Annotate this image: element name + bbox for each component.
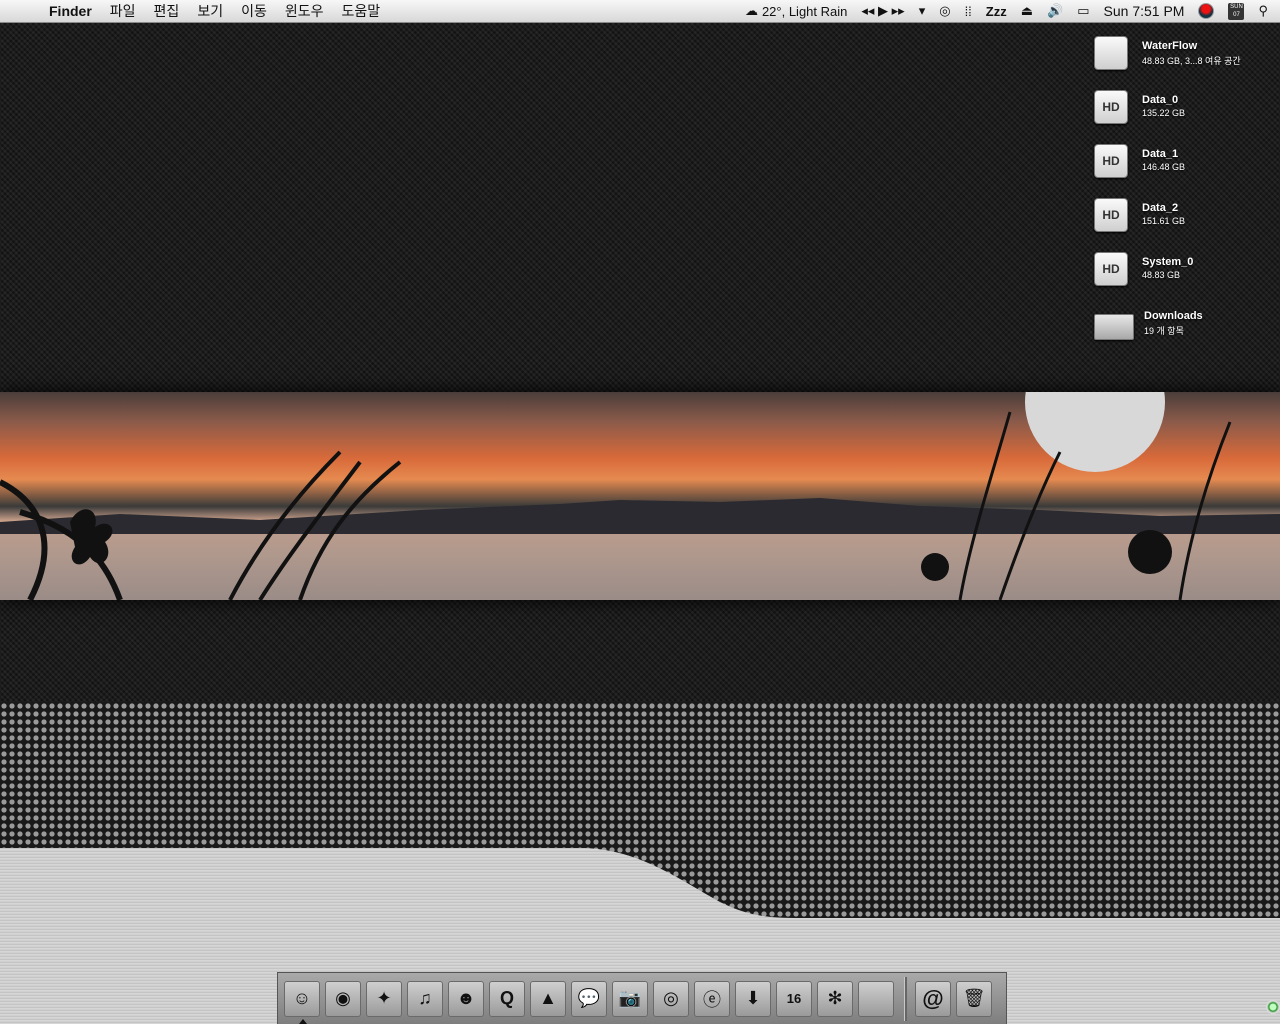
hills-silhouette: [0, 498, 1280, 534]
volume-data-2[interactable]: HD Data_2 151.61 GB: [1094, 196, 1280, 240]
volume-detail: 146.48 GB: [1142, 162, 1186, 172]
hard-drive-icon: HD: [1094, 198, 1128, 232]
asterisk-icon[interactable]: ✻: [817, 980, 853, 1017]
input-source-icon[interactable]: [1191, 3, 1221, 19]
chevron-down-icon[interactable]: ▾: [912, 3, 933, 19]
calendar-date: 07: [1233, 11, 1240, 18]
sunset-scene: [0, 392, 1280, 600]
quicktime-icon[interactable]: Q: [489, 980, 525, 1017]
status-indicator-icon: [1266, 1000, 1280, 1014]
volume-name: Data_1: [1142, 148, 1179, 160]
globe-icon[interactable]: ◉: [325, 980, 361, 1017]
calendar-icon[interactable]: 16: [776, 980, 812, 1017]
moon: [1025, 392, 1165, 472]
volume-detail: 48.83 GB: [1142, 270, 1181, 280]
sunset-banner: [0, 392, 1280, 600]
volume-icon[interactable]: 🔊: [1040, 3, 1070, 19]
time-machine-icon[interactable]: ◎: [932, 3, 957, 19]
dock: ☺ ◉ ✦ ♫ ☻ Q ▲ 💬 📷 ◎ ⓔ ⬇ 16 ✻ @ 🗑: [277, 972, 1007, 1024]
folder-icon: [1094, 314, 1134, 340]
volume-detail: 48.83 GB, 3...8 여유 공간: [1142, 56, 1241, 66]
menu-bar: Finder 파일 편집 보기 이동 윈도우 도움말 ☁ 22°, Light …: [0, 0, 1280, 23]
display-icon[interactable]: ▭: [1070, 3, 1096, 19]
preview-icon[interactable]: ✦: [366, 980, 402, 1017]
apple-icon: [1094, 36, 1128, 70]
spotlight-icon[interactable]: ⚲: [1251, 3, 1280, 19]
sleep-icon[interactable]: Zzz: [979, 4, 1014, 19]
hard-drive-icon: HD: [1094, 90, 1128, 124]
calendar-day: SUN: [1230, 3, 1243, 10]
volume-name: WaterFlow: [1142, 40, 1198, 52]
media-controls[interactable]: ◂◂ ▶ ▸▸: [854, 3, 911, 19]
volume-data-1[interactable]: HD Data_1 146.48 GB: [1094, 142, 1280, 186]
eject-icon[interactable]: ⏏: [1014, 3, 1040, 19]
menu-help[interactable]: 도움말: [332, 1, 389, 21]
clock[interactable]: Sun 7:51 PM: [1097, 3, 1192, 19]
lake-water: [0, 534, 1280, 600]
volume-system-0[interactable]: HD System_0 48.83 GB: [1094, 250, 1280, 294]
messenger-icon[interactable]: ☻: [448, 980, 484, 1017]
finder-icon[interactable]: ☺: [284, 980, 320, 1024]
hard-drive-icon: HD: [1094, 252, 1128, 286]
folder-detail: 19 개 항목: [1144, 326, 1184, 336]
menu-go[interactable]: 이동: [232, 1, 276, 21]
volume-detail: 151.61 GB: [1142, 216, 1186, 226]
vlc-icon[interactable]: ▲: [530, 980, 566, 1017]
weather-text: 22°, Light Rain: [761, 3, 848, 19]
script-icon[interactable]: ⓔ: [694, 980, 730, 1017]
volume-waterflow[interactable]: WaterFlow 48.83 GB, 3...8 여유 공간: [1094, 34, 1280, 78]
volume-name: Data_2: [1142, 202, 1179, 214]
itunes-icon[interactable]: ♫: [407, 980, 443, 1017]
leaf-silhouette: [921, 553, 949, 581]
apple-icon[interactable]: [858, 980, 894, 1017]
camera-icon[interactable]: 📷: [612, 980, 648, 1017]
download-icon[interactable]: ⬇: [735, 980, 771, 1017]
menu-app-name[interactable]: Finder: [40, 3, 101, 19]
volume-detail: 135.22 GB: [1142, 108, 1186, 118]
volume-data-0[interactable]: HD Data_0 135.22 GB: [1094, 88, 1280, 132]
calendar-menu-icon[interactable]: SUN 07: [1221, 2, 1251, 20]
menu-file[interactable]: 파일: [101, 1, 145, 21]
hard-drive-icon: HD: [1094, 144, 1128, 178]
dock-separator: [904, 976, 907, 1021]
trash-icon[interactable]: 🗑: [956, 980, 992, 1017]
volume-name: Data_0: [1142, 94, 1179, 106]
cloud-rain-icon: ☁: [744, 3, 758, 18]
volume-name: System_0: [1142, 256, 1194, 268]
folder-downloads[interactable]: Downloads 19 개 항목: [1094, 304, 1280, 348]
folder-name: Downloads: [1144, 310, 1203, 322]
menu-edit[interactable]: 편집: [145, 1, 189, 21]
desktop-wallpaper: [0, 22, 1280, 702]
menu-window[interactable]: 윈도우: [276, 1, 333, 21]
chat-icon[interactable]: 💬: [571, 980, 607, 1017]
eye-icon[interactable]: ◎: [653, 980, 689, 1017]
weather-status[interactable]: ☁ 22°, Light Rain: [738, 3, 854, 19]
menu-view[interactable]: 보기: [188, 1, 232, 21]
running-indicator: [299, 1018, 307, 1024]
flower-silhouette: [1128, 530, 1172, 574]
mail-icon[interactable]: @: [915, 980, 951, 1017]
activity-icon[interactable]: ⁞⁞: [958, 4, 979, 19]
